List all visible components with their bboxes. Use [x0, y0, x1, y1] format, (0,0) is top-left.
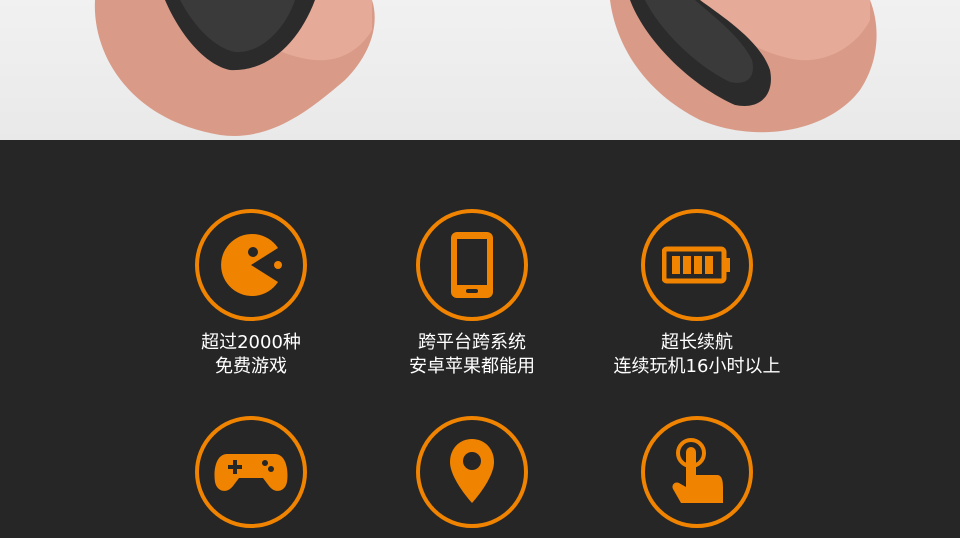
- feature-gamepad: [131, 416, 371, 538]
- feature-caption: 超过2000种 免费游戏: [131, 331, 371, 379]
- feature-icon-ring: [641, 209, 753, 321]
- feature-icon-ring: [195, 209, 307, 321]
- location-pin-icon: [450, 439, 494, 503]
- touch-hand-icon: [672, 438, 723, 503]
- feature-battery-life: 超长续航 连续玩机16小时以上: [577, 209, 817, 379]
- features-panel: 超过2000种 免费游戏 跨平台跨系统 安卓苹果都能用 超长续航 连续玩机16小…: [0, 140, 960, 528]
- feature-caption: 跨平台跨系统 安卓苹果都能用: [352, 331, 592, 379]
- smartphone-icon: [451, 232, 493, 298]
- feature-caption: 超长续航 连续玩机16小时以上: [577, 331, 817, 379]
- feature-icon-ring: [416, 416, 528, 528]
- feature-icon-ring: [195, 416, 307, 528]
- feature-caption-line1: 超长续航: [661, 332, 733, 353]
- feature-caption-line2: 安卓苹果都能用: [409, 356, 535, 377]
- product-photo-hands-holding-controller: [0, 0, 960, 140]
- feature-caption-line2: 连续玩机16小时以上: [613, 356, 781, 377]
- feature-touch: [577, 416, 817, 538]
- feature-location: [352, 416, 592, 538]
- feature-icon-ring: [641, 416, 753, 528]
- feature-cross-platform: 跨平台跨系统 安卓苹果都能用: [352, 209, 592, 379]
- feature-caption-line1: 跨平台跨系统: [418, 332, 526, 353]
- gamepad-icon: [214, 454, 288, 491]
- feature-free-games: 超过2000种 免费游戏: [131, 209, 371, 379]
- feature-caption-line2: 免费游戏: [215, 356, 287, 377]
- battery-icon: [662, 246, 730, 284]
- feature-icon-ring: [416, 209, 528, 321]
- feature-caption-line1: 超过2000种: [201, 332, 301, 353]
- pacman-icon: [221, 234, 282, 296]
